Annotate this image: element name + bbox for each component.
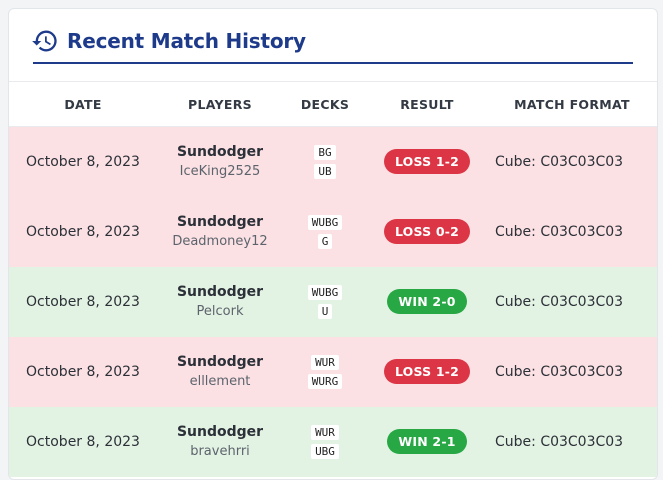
match-format: Cube: C03C03C03 [495,433,624,450]
player-deck-colors: WUR [311,354,339,370]
table-row[interactable]: October 8, 2023 Sundodger elllement WUR … [9,336,657,407]
title-underline [33,62,633,64]
result-cell: WIN 2-0 [367,267,487,337]
player-name[interactable]: Sundodger [158,214,282,230]
table-row[interactable]: October 8, 2023 Sundodger bravehrri WUR … [9,406,657,477]
column-header-result: RESULT [400,96,454,112]
opponent-name[interactable]: IceKing2525 [158,164,282,179]
result-cell: LOSS 0-2 [367,197,487,267]
match-history-card: Recent Match History DATE PLAYERS DECKS … [8,8,658,480]
players-cell: Sundodger Pelcork [157,267,283,337]
decks-cell: BG UB [283,127,367,197]
result-badge: LOSS 1-2 [383,359,471,384]
page-title: Recent Match History [67,29,306,53]
opponent-deck-colors: G [317,233,333,249]
opponent-name[interactable]: Pelcork [158,304,282,319]
table-row[interactable]: October 8, 2023 Sundodger IceKing2525 BG… [9,126,657,197]
player-deck-colors: BG [314,144,336,160]
match-date: October 8, 2023 [26,363,140,380]
players-cell: Sundodger Deadmoney12 [157,197,283,267]
result-badge: LOSS 1-2 [383,149,471,175]
result-badge: WIN 2-1 [387,429,467,454]
match-date: October 8, 2023 [26,223,140,240]
players-cell: Sundodger IceKing2525 [157,127,283,197]
result-badge: WIN 2-0 [387,289,467,314]
opponent-deck-colors: U [317,303,333,319]
match-format: Cube: C03C03C03 [495,363,624,380]
result-cell: LOSS 1-2 [367,127,487,197]
card-header: Recent Match History [9,9,657,81]
column-header-decks: DECKS [300,96,350,112]
player-name[interactable]: Sundodger [158,144,282,160]
opponent-name[interactable]: elllement [158,374,282,389]
player-name[interactable]: Sundodger [158,284,282,300]
match-date: October 8, 2023 [26,153,140,170]
opponent-deck-colors: UB [314,163,336,179]
title-row: Recent Match History [31,27,306,55]
table-row[interactable]: October 8, 2023 Sundodger Deadmoney12 WU… [9,196,657,267]
opponent-name[interactable]: bravehrri [158,444,282,459]
column-header-date: DATE [64,96,102,112]
player-name[interactable]: Sundodger [158,354,282,370]
player-deck-colors: WUBG [307,214,343,230]
column-header-match-format: MATCH FORMAT [514,96,630,112]
table-header-row: DATE PLAYERS DECKS RESULT MATCH FORMAT [9,81,657,127]
player-name[interactable]: Sundodger [158,424,282,440]
player-deck-colors: WUR [311,424,339,440]
result-cell: WIN 2-1 [367,407,487,477]
match-history-table: DATE PLAYERS DECKS RESULT MATCH FORMAT O… [9,81,657,477]
players-cell: Sundodger elllement [157,337,283,407]
match-date: October 8, 2023 [26,433,140,450]
decks-cell: WUBG G [283,197,367,267]
decks-cell: WUR WURG [283,337,367,407]
result-badge: LOSS 0-2 [383,219,471,244]
opponent-deck-colors: UBG [311,443,339,459]
decks-cell: WUBG U [283,267,367,337]
match-date: October 8, 2023 [26,293,140,310]
result-cell: LOSS 1-2 [367,337,487,407]
match-format: Cube: C03C03C03 [495,153,624,170]
column-header-players: PLAYERS [188,96,252,112]
match-format: Cube: C03C03C03 [495,293,624,310]
decks-cell: WUR UBG [283,407,367,477]
table-row[interactable]: October 8, 2023 Sundodger Pelcork WUBG U… [9,266,657,337]
players-cell: Sundodger bravehrri [157,407,283,477]
player-deck-colors: WUBG [307,284,343,300]
opponent-name[interactable]: Deadmoney12 [158,234,282,249]
opponent-deck-colors: WURG [307,373,343,389]
match-format: Cube: C03C03C03 [495,223,624,240]
history-icon [32,30,57,52]
